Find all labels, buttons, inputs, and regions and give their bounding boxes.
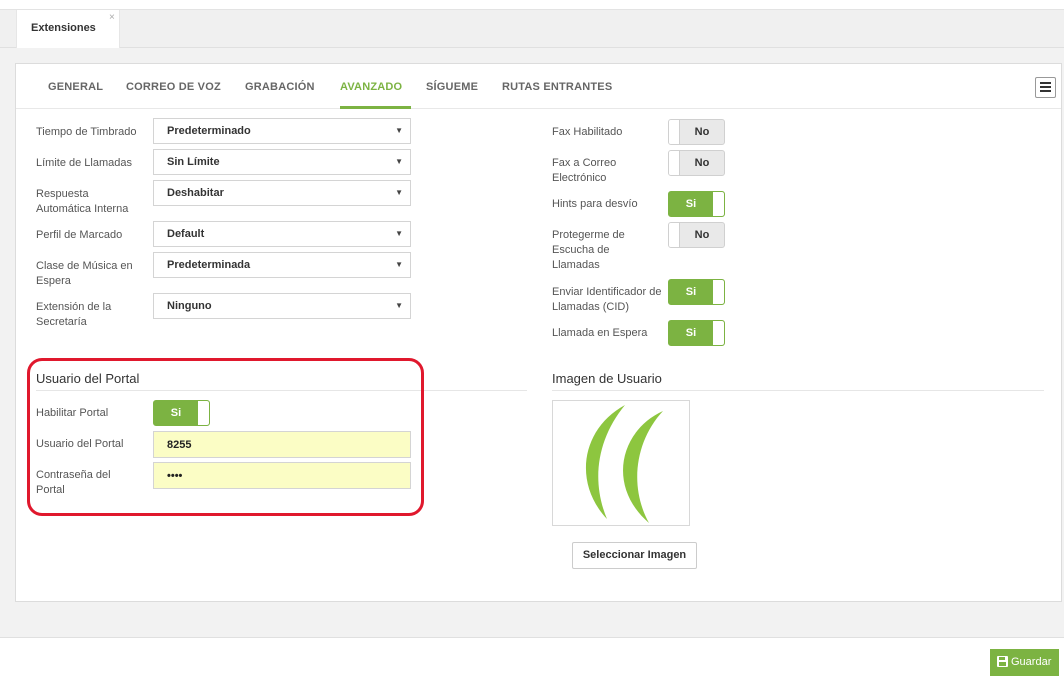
toggle-knob [669, 223, 680, 247]
extension-settings-panel: GENERAL CORREO DE VOZ GRABACIÓN AVANZADO… [15, 63, 1062, 602]
transfer-hints-toggle[interactable]: Si [668, 191, 725, 217]
save-button-label: Guardar [1011, 656, 1052, 668]
caret-down-icon: ▼ [395, 260, 403, 269]
secretary-label: Extensión de la Secretaría [36, 301, 112, 328]
fax-enabled-toggle[interactable]: No [668, 119, 725, 145]
toggle-knob [713, 192, 724, 216]
send-cid-toggle[interactable]: Si [668, 279, 725, 305]
content-area: GENERAL CORREO DE VOZ GRABACIÓN AVANZADO… [0, 48, 1064, 638]
window-tab-strip: Extensiones × [0, 10, 1064, 48]
call-waiting-toggle[interactable]: Si [668, 320, 725, 346]
fax-to-email-toggle[interactable]: No [668, 150, 725, 176]
caret-down-icon: ▼ [395, 229, 403, 238]
call-limit-value: Sin Límite [167, 156, 220, 168]
fax-enabled-state: No [694, 126, 710, 138]
dial-profile-select[interactable]: Default ▼ [153, 221, 411, 247]
transfer-hints-state: Si [685, 198, 697, 210]
ring-time-select[interactable]: Predeterminado ▼ [153, 118, 411, 144]
tab-avanzado[interactable]: AVANZADO [340, 81, 402, 93]
call-limit-select[interactable]: Sin Límite ▼ [153, 149, 411, 175]
close-icon[interactable]: × [109, 12, 115, 23]
user-image-preview [552, 400, 690, 526]
top-bar [0, 0, 1064, 10]
tab-rutas-entrantes[interactable]: RUTAS ENTRANTES [502, 81, 612, 93]
user-image-divider [552, 390, 1044, 391]
tab-sigueme[interactable]: SÍGUEME [426, 81, 478, 93]
protect-listening-toggle[interactable]: No [668, 222, 725, 248]
call-limit-label: Límite de Llamadas [36, 157, 132, 169]
ring-time-value: Predeterminado [167, 125, 251, 137]
transfer-hints-label: Hints para desvío [552, 198, 638, 210]
ring-time-label: Tiempo de Timbrado [36, 126, 137, 138]
fax-to-email-label: Fax a Correo Electrónico [552, 157, 617, 184]
toggle-knob [669, 151, 680, 175]
toggle-knob [713, 321, 724, 345]
toggle-knob [713, 280, 724, 304]
tab-correo-de-voz[interactable]: CORREO DE VOZ [126, 81, 221, 93]
caret-down-icon: ▼ [395, 188, 403, 197]
send-cid-label: Enviar Identificador de Llamadas (CID) [552, 286, 662, 313]
secretary-value: Ninguno [167, 300, 212, 312]
music-class-label: Clase de Música en Espera [36, 260, 133, 287]
call-waiting-label: Llamada en Espera [552, 327, 648, 339]
protect-listening-state: No [694, 229, 710, 241]
list-menu-button[interactable] [1035, 77, 1056, 98]
dial-profile-label: Perfil de Marcado [36, 229, 123, 241]
secretary-select[interactable]: Ninguno ▼ [153, 293, 411, 319]
tab-grabacion[interactable]: GRABACIÓN [245, 81, 315, 93]
tab-general[interactable]: GENERAL [48, 81, 103, 93]
music-class-select[interactable]: Predeterminada ▼ [153, 252, 411, 278]
select-image-button[interactable]: Seleccionar Imagen [572, 542, 697, 569]
user-image-title: Imagen de Usuario [552, 371, 662, 386]
fax-enabled-label: Fax Habilitado [552, 126, 623, 138]
protect-listening-label: Protegerme de Escucha de Llamadas [552, 229, 625, 271]
dial-profile-value: Default [167, 228, 205, 240]
music-class-value: Predeterminada [167, 259, 251, 271]
call-waiting-state: Si [685, 327, 697, 339]
auto-answer-value: Deshabitar [167, 187, 224, 199]
caret-down-icon: ▼ [395, 157, 403, 166]
auto-answer-select[interactable]: Deshabitar ▼ [153, 180, 411, 206]
auto-answer-label: Respuesta Automática Interna [36, 188, 129, 215]
caret-down-icon: ▼ [395, 126, 403, 135]
settings-tabs: GENERAL CORREO DE VOZ GRABACIÓN AVANZADO… [16, 64, 1061, 109]
send-cid-state: Si [685, 286, 697, 298]
caret-down-icon: ▼ [395, 301, 403, 310]
save-button[interactable]: Guardar [990, 649, 1059, 676]
active-tab-indicator [340, 106, 411, 109]
floppy-disk-icon [997, 656, 1008, 667]
tab-extensiones-label: Extensiones [31, 22, 96, 34]
green-c-logo [585, 405, 663, 523]
portal-highlight-annotation [27, 358, 424, 516]
toggle-knob [669, 120, 680, 144]
tab-extensiones[interactable]: Extensiones × [16, 10, 120, 48]
fax-to-email-state: No [694, 157, 710, 169]
